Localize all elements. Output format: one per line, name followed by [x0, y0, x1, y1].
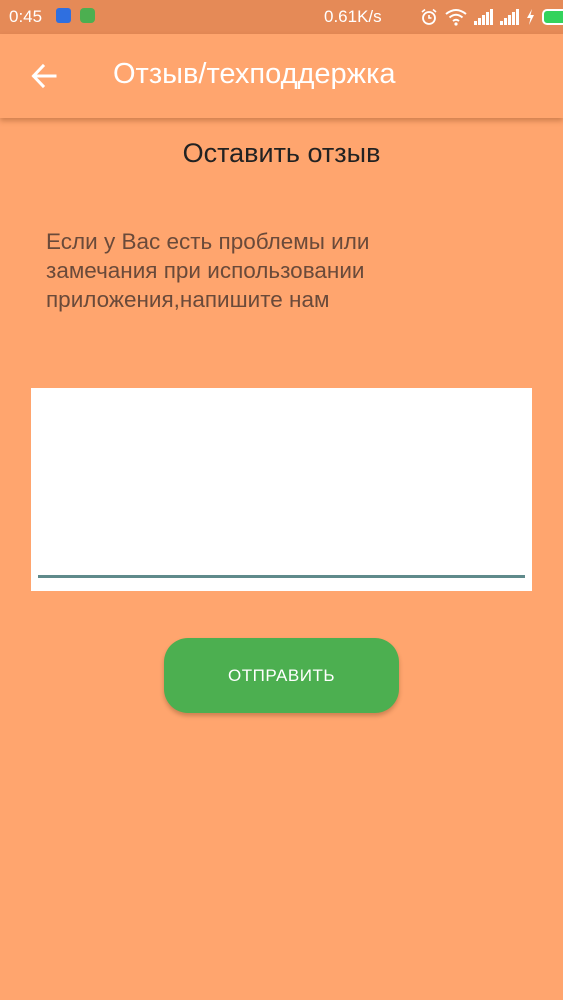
arrow-back-icon: [31, 63, 57, 89]
app-bar: Отзыв/техподдержка: [0, 34, 563, 118]
chat-notification-icon: [80, 8, 95, 23]
app-notification-icon: [56, 8, 71, 23]
battery-icon: [542, 9, 563, 25]
status-icons: [420, 6, 563, 28]
back-button[interactable]: [22, 54, 66, 98]
status-time: 0:45: [9, 7, 43, 26]
info-text: Если у Вас есть проблемы или замечания п…: [46, 229, 370, 312]
page-heading: Оставить отзыв: [182, 138, 381, 168]
signal-icon: [500, 9, 519, 25]
status-bar: 0:45 0.61K/s: [0, 0, 563, 34]
feedback-box: [31, 388, 532, 591]
network-speed: 0.61K/s: [324, 7, 382, 26]
alarm-icon: [421, 8, 437, 25]
send-button[interactable]: ОТПРАВИТЬ: [164, 638, 399, 713]
wifi-icon: [445, 9, 467, 26]
charging-icon: [527, 9, 534, 25]
feedback-input[interactable]: [38, 398, 525, 578]
app-title: Отзыв/техподдержка: [113, 58, 396, 90]
signal-icon: [474, 9, 493, 25]
